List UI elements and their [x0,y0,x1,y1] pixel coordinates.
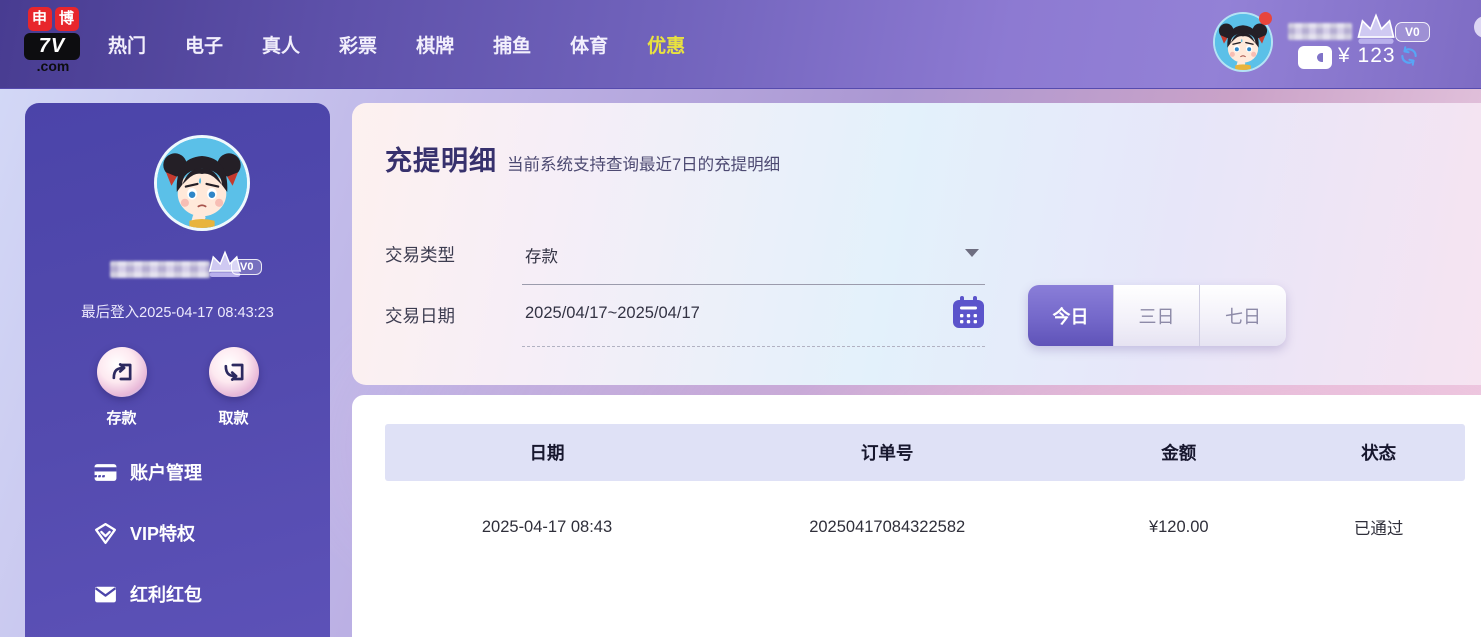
cell-status: 已通过 [1292,515,1465,539]
page-title: 充提明细 [385,139,497,178]
records-table: 日期 订单号 金额 状态 2025-04-17 08:43 2025041708… [385,424,1465,573]
sidebar-item-vip-label: VIP特权 [130,520,195,546]
sidebar-item-redpacket[interactable]: 红利红包 [93,581,313,607]
envelope-icon [93,582,118,607]
col-header-status: 状态 [1292,440,1465,465]
username-blurred [1288,23,1352,40]
col-header-date: 日期 [385,440,709,465]
logo-badge-bo: 博 [55,7,79,31]
nav-item-sports[interactable]: 体育 [570,31,608,58]
cell-date: 2025-04-17 08:43 [385,518,709,537]
table-row: 2025-04-17 08:43 20250417084322582 ¥120.… [385,481,1465,573]
sidebar-vip-badge: V0 [231,259,262,275]
sidebar-username-blurred [110,261,210,278]
range-today-button[interactable]: 今日 [1028,285,1114,346]
main-nav: 热门 电子 真人 彩票 棋牌 捕鱼 体育 优惠 [108,0,724,88]
nav-item-lottery[interactable]: 彩票 [339,31,377,58]
table-header-row: 日期 订单号 金额 状态 [385,424,1465,481]
nav-item-promo[interactable]: 优惠 [647,31,685,58]
logo-badges: 申 博 [24,7,82,31]
nav-item-board[interactable]: 棋牌 [416,31,454,58]
sidebar-quick-actions: 存款 取款 [25,347,330,428]
logo-badge-shen: 申 [28,7,52,31]
vip-shield-icon [93,521,118,546]
transaction-date-label: 交易日期 [385,303,455,328]
cell-amount: ¥120.00 [1065,518,1292,537]
nav-item-slots[interactable]: 电子 [185,31,223,58]
wallet-icon [1297,45,1333,70]
date-field-underline [522,346,985,347]
logo-suffix-text: .com [24,58,82,74]
sidebar-username-row: V0 [25,253,330,285]
col-header-amount: 金额 [1065,440,1292,465]
withdraw-label: 取款 [194,407,274,428]
sidebar-item-account-label: 账户管理 [130,459,202,485]
sidebar: V0 最后登入2025-04-17 08:43:23 存款 取款 [25,103,330,637]
withdraw-button[interactable]: 取款 [194,347,274,428]
sidebar-item-vip[interactable]: VIP特权 [93,520,313,546]
transaction-date-input[interactable]: 2025/04/17~2025/04/17 [525,304,700,323]
col-header-order: 订单号 [709,440,1065,465]
range-3days-button[interactable]: 三日 [1114,285,1200,346]
vip-crown-icon [1353,10,1399,48]
withdraw-icon [209,347,259,397]
calendar-icon[interactable] [952,295,985,329]
bank-card-icon [93,460,118,485]
deposit-icon [97,347,147,397]
date-range-button-group: 今日 三日 七日 [1028,285,1286,346]
records-panel: 日期 订单号 金额 状态 2025-04-17 08:43 2025041708… [352,395,1481,637]
chevron-down-icon[interactable] [965,249,979,257]
notification-dot [1259,12,1272,25]
sidebar-avatar [154,135,250,231]
last-login-text: 最后登入2025-04-17 08:43:23 [25,301,330,322]
refresh-balance-icon[interactable] [1399,46,1419,66]
sidebar-item-account[interactable]: 账户管理 [93,459,313,485]
vip-level-badge: V0 [1395,22,1430,42]
sidebar-menu: 账户管理 VIP特权 红利红包 [93,459,313,637]
filter-panel: 充提明细 当前系统支持查询最近7日的充提明细 交易类型 存款 交易日期 2025… [352,103,1481,385]
deposit-label: 存款 [82,407,162,428]
sidebar-item-redpacket-label: 红利红包 [130,581,202,607]
page-subtitle: 当前系统支持查询最近7日的充提明细 [507,151,780,175]
nav-item-fishing[interactable]: 捕鱼 [493,31,531,58]
top-navbar: 申 博 7V .com 热门 电子 真人 彩票 棋牌 捕鱼 体育 优惠 V0 ¥… [0,0,1481,88]
deposit-button[interactable]: 存款 [82,347,162,428]
transaction-type-select[interactable]: 存款 [525,243,558,267]
cell-order-no: 20250417084322582 [709,518,1065,537]
nav-item-live[interactable]: 真人 [262,31,300,58]
balance-amount: ¥ 123 [1338,44,1396,68]
range-7days-button[interactable]: 七日 [1200,285,1286,346]
type-field-underline [522,284,985,285]
page-title-row: 充提明细 当前系统支持查询最近7日的充提明细 [385,139,780,178]
nav-item-hot[interactable]: 热门 [108,31,146,58]
site-logo[interactable]: 申 博 7V .com [24,7,82,74]
user-area: V0 ¥ 123 [1181,0,1481,88]
logo-main-text: 7V [24,33,80,60]
transaction-type-label: 交易类型 [385,242,455,267]
